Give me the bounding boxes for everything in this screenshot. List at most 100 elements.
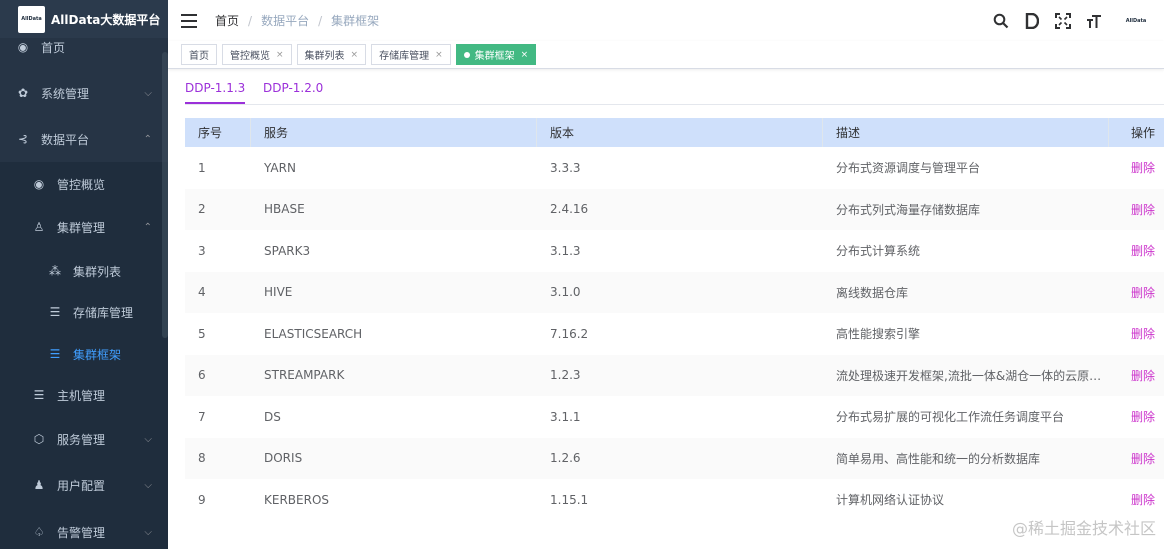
table-row: 1 YARN 3.3.3 分布式资源调度与管理平台 删除 <box>185 147 1164 189</box>
sidebar-item-host[interactable]: ☰ 主机管理 <box>0 374 168 416</box>
cell-description: 离线数据仓库 <box>836 285 909 300</box>
sidebar-scrollbar[interactable] <box>162 52 168 338</box>
delete-button[interactable]: 删除 <box>1109 367 1164 384</box>
cell-index: 5 <box>198 326 206 341</box>
services-table: 序号 服务 版本 描述 操作 1 YARN 3.3.3 分布式资源调度与管理平台 删除 2… <box>185 118 1164 521</box>
tag-label: 存储库管理 <box>379 51 430 62</box>
delete-button[interactable]: 删除 <box>1109 408 1164 425</box>
cell-version: 1.2.3 <box>550 368 581 383</box>
sidebar-item-cluster-management[interactable]: ♙ 集群管理 ⌃ <box>0 206 168 248</box>
watermark: @稀土掘金技术社区 <box>1011 519 1156 538</box>
tab-ddp-1-1-3[interactable]: DDP-1.1.3 <box>185 69 246 104</box>
chevron-down-icon: ⌵ <box>144 433 152 445</box>
share-icon: ⊰ <box>17 132 29 146</box>
chevron-down-icon: ⌵ <box>144 479 152 491</box>
table-row: 3 SPARK3 3.1.3 分布式计算系统 删除 <box>185 230 1164 272</box>
cell-service: SPARK3 <box>264 243 311 258</box>
sidebar-item-cluster-list[interactable]: ⁂ 集群列表 <box>0 250 168 292</box>
sidebar-item-data-platform[interactable]: ⊰ 数据平台 ⌃ <box>0 118 168 160</box>
cell-service: DORIS <box>264 451 303 466</box>
tag-home[interactable]: 首页 <box>181 44 217 65</box>
cell-description: 分布式计算系统 <box>836 244 921 259</box>
cell-description: 计算机网络认证协议 <box>836 493 945 508</box>
sidebar-logo[interactable]: AllData AllData大数据平台 <box>0 0 168 38</box>
cell-version: 3.1.0 <box>550 285 581 300</box>
sidebar: AllData AllData大数据平台 ◉ 首页 ✿ 系统管理 ⌵ ⊰ 数据平… <box>0 0 168 549</box>
cell-index: 1 <box>198 160 206 175</box>
tag-overview[interactable]: 管控概览 × <box>222 44 292 65</box>
delete-button[interactable]: 删除 <box>1109 159 1164 176</box>
sidebar-item-label: 集群列表 <box>73 264 122 279</box>
cell-version: 2.4.16 <box>550 202 589 217</box>
tag-cluster-list[interactable]: 集群列表 × <box>296 44 367 65</box>
cell-version: 3.3.3 <box>550 160 581 175</box>
sidebar-item-user-config[interactable]: ♟ 用户配置 ⌵ <box>0 464 168 506</box>
breadcrumb-home[interactable]: 首页 <box>215 12 239 29</box>
delete-button[interactable]: 删除 <box>1109 242 1164 259</box>
cluster-icon: ♙ <box>33 220 45 234</box>
dashboard-icon: ◉ <box>17 40 29 54</box>
top-navbar: 首页 / 数据平台 / 集群框架 AllData <box>168 0 1164 41</box>
delete-button[interactable]: 删除 <box>1109 325 1164 342</box>
fullscreen-icon[interactable] <box>1053 11 1073 31</box>
server-icon: ☰ <box>33 388 45 402</box>
column-header: 描述 <box>823 118 1109 147</box>
cell-index: 7 <box>198 409 206 424</box>
sidebar-item-overview[interactable]: ◉ 管控概览 <box>0 163 168 205</box>
tab-ddp-1-2-0[interactable]: DDP-1.2.0 <box>263 69 323 104</box>
sidebar-item-home[interactable]: ◉ 首页 <box>0 38 168 56</box>
delete-button[interactable]: 删除 <box>1109 201 1164 218</box>
table-header: 序号 服务 版本 描述 操作 <box>185 118 1164 147</box>
close-icon[interactable]: × <box>521 50 529 60</box>
cell-service: HIVE <box>264 285 293 300</box>
cell-description: 高性能搜索引擎 <box>836 327 921 342</box>
cell-description: 分布式资源调度与管理平台 <box>836 161 981 176</box>
column-header: 操作 <box>1131 126 1156 140</box>
cell-service: STREAMPARK <box>264 368 345 383</box>
sidebar-item-label: 管控概览 <box>57 177 106 192</box>
close-icon[interactable]: × <box>276 50 284 60</box>
sidebar-item-label: 用户配置 <box>57 478 106 493</box>
app-title: AllData大数据平台 <box>51 12 161 27</box>
cell-service: YARN <box>264 160 296 175</box>
menu-toggle-icon[interactable] <box>181 13 197 28</box>
sidebar-item-label: 系统管理 <box>41 86 90 101</box>
cell-version: 3.1.1 <box>550 409 581 424</box>
font-size-icon[interactable] <box>1084 11 1104 31</box>
tag-storage[interactable]: 存储库管理 × <box>371 44 451 65</box>
chevron-up-icon: ⌃ <box>143 133 152 145</box>
cell-version: 1.15.1 <box>550 492 589 507</box>
breadcrumb-separator: / <box>318 13 323 28</box>
cell-description: 分布式易扩展的可视化工作流任务调度平台 <box>836 410 1065 425</box>
cell-service: KERBEROS <box>264 492 330 507</box>
delete-button[interactable]: 删除 <box>1109 450 1164 467</box>
user-icon: ♟ <box>33 478 45 492</box>
close-icon[interactable]: × <box>435 50 443 60</box>
table-row: 5 ELASTICSEARCH 7.16.2 高性能搜索引擎 删除 <box>185 313 1164 355</box>
delete-button[interactable]: 删除 <box>1109 284 1164 301</box>
breadcrumb-data-platform: 数据平台 <box>261 14 310 28</box>
cell-description: 分布式列式海量存储数据库 <box>836 202 981 217</box>
chevron-down-icon: ⌵ <box>144 526 152 538</box>
tag-cluster-framework[interactable]: 集群框架 × <box>455 44 537 65</box>
sidebar-item-label: 主机管理 <box>57 388 106 403</box>
delete-button[interactable]: 删除 <box>1109 491 1164 508</box>
document-icon[interactable] <box>1022 11 1042 31</box>
tag-label: 首页 <box>189 51 209 62</box>
sidebar-item-storage[interactable]: ☰ 存储库管理 <box>0 291 168 333</box>
search-icon[interactable] <box>991 11 1011 31</box>
sidebar-item-alert[interactable]: ♤ 告警管理 ⌵ <box>0 511 168 549</box>
tag-label: 管控概览 <box>230 51 270 62</box>
table-row: 7 DS 3.1.1 分布式易扩展的可视化工作流任务调度平台 删除 <box>185 396 1164 438</box>
cell-service: DS <box>264 409 281 424</box>
dashboard-icon: ◉ <box>33 177 45 191</box>
sidebar-item-cluster-framework[interactable]: ☰ 集群框架 <box>0 333 168 375</box>
database-icon: ☰ <box>49 305 61 319</box>
close-icon[interactable]: × <box>351 50 359 60</box>
cell-index: 3 <box>198 243 206 258</box>
sidebar-item-system[interactable]: ✿ 系统管理 ⌵ <box>0 72 168 114</box>
sidebar-item-label: 集群管理 <box>57 220 106 235</box>
avatar[interactable]: AllData <box>1123 8 1149 34</box>
sidebar-item-service[interactable]: ⬡ 服务管理 ⌵ <box>0 418 168 460</box>
cell-service: ELASTICSEARCH <box>264 326 363 341</box>
